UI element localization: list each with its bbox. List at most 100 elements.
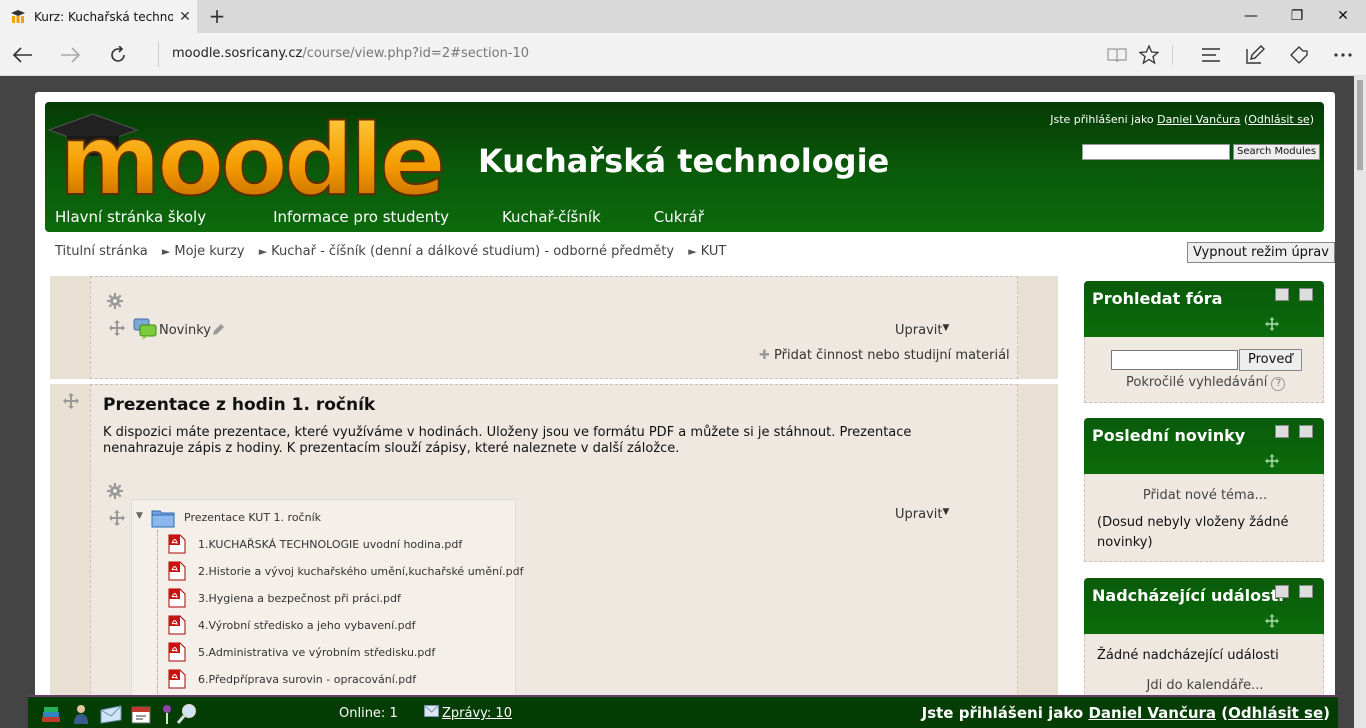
block-move-icon[interactable] xyxy=(1265,317,1279,331)
file-item[interactable]: 6.Předpříprava surovin - opracování.pdf xyxy=(167,667,416,691)
block-upcoming-events: Nadcházející události Žádné nadcházející… xyxy=(1084,578,1324,704)
close-tab-icon[interactable]: ✕ xyxy=(173,9,197,25)
dock-login-info: Jste přihlášeni jako Daniel Vančura (Odh… xyxy=(921,704,1330,722)
page-viewport: moodle Kuchařská technologie Jste přihlá… xyxy=(0,76,1366,728)
calendar-link[interactable]: Jdi do kalendáře... xyxy=(1085,678,1325,693)
block-move-icon[interactable] xyxy=(1265,454,1279,468)
edit-pencil-icon[interactable] xyxy=(212,323,225,336)
gear-icon[interactable] xyxy=(107,293,123,309)
breadcrumb-course[interactable]: KUT xyxy=(701,244,727,259)
browser-tabbar: Kurz: Kuchařská technol ✕ + — ❐ ✕ xyxy=(0,0,1366,33)
search-modules-button[interactable]: Search Modules xyxy=(1233,144,1321,160)
module-search-input[interactable] xyxy=(1082,144,1230,160)
breadcrumb-separator-icon: ► xyxy=(688,245,697,258)
collapse-block-icon[interactable] xyxy=(1275,425,1289,438)
dock-block-icon[interactable] xyxy=(1299,425,1313,438)
dock-logout-link[interactable]: Odhlásit se xyxy=(1228,704,1323,722)
file-item[interactable]: 4.Výrobní středisko a jeho vybavení.pdf xyxy=(167,613,415,637)
collapse-block-icon[interactable] xyxy=(1275,288,1289,301)
collapse-block-icon[interactable] xyxy=(1275,585,1289,598)
pdf-file-icon xyxy=(168,615,186,635)
new-tab-icon[interactable]: + xyxy=(205,5,229,29)
favorite-star-icon[interactable] xyxy=(1134,40,1164,70)
back-icon[interactable] xyxy=(8,40,38,70)
file-name: 4.Výrobní středisko a jeho vybavení.pdf xyxy=(198,618,416,632)
folder-name[interactable]: Prezentace KUT 1. ročník xyxy=(184,511,321,524)
nav-item-students[interactable]: Informace pro studenty xyxy=(273,208,449,226)
help-icon[interactable]: ? xyxy=(1271,377,1286,391)
block-title: Prohledat fóra xyxy=(1092,289,1223,308)
login-prefix: Jste přihlášeni jako xyxy=(1050,113,1158,126)
section-summary: K dispozici máte prezentace, které využí… xyxy=(103,425,912,456)
restore-icon[interactable]: ❐ xyxy=(1274,0,1320,33)
vertical-scrollbar[interactable] xyxy=(1354,76,1366,728)
collapse-triangle-icon[interactable]: ▼ xyxy=(136,511,143,521)
file-item[interactable]: 5.Administrativa ve výrobním středisku.p… xyxy=(167,640,435,664)
forum-search-input[interactable] xyxy=(1111,350,1238,370)
more-icon[interactable] xyxy=(1328,40,1358,70)
edit-menu-toggle[interactable]: Upravit▼ xyxy=(895,507,949,522)
messages-link[interactable]: Zprávy: 10 xyxy=(442,706,512,721)
gear-icon[interactable] xyxy=(107,483,123,499)
scrollbar-thumb[interactable] xyxy=(1357,80,1363,170)
minimize-icon[interactable]: — xyxy=(1228,0,1274,33)
section-move-icon[interactable] xyxy=(63,393,79,409)
forward-icon[interactable] xyxy=(55,40,85,70)
dock-user-name-link[interactable]: Daniel Vančura xyxy=(1088,704,1216,722)
block-search-forums: Prohledat fóra Proveď Pokročilé vyhledáv… xyxy=(1084,281,1324,403)
hub-icon[interactable] xyxy=(1196,40,1226,70)
move-icon[interactable] xyxy=(109,320,125,336)
calendar-icon[interactable] xyxy=(130,703,152,725)
web-note-icon[interactable] xyxy=(1240,40,1270,70)
url-field[interactable]: moodle.sosricany.cz/course/view.php?id=2… xyxy=(158,41,1088,67)
move-icon[interactable] xyxy=(109,510,125,526)
moodle-logo[interactable]: moodle xyxy=(45,102,455,200)
message-icon xyxy=(424,705,439,717)
advanced-search-link[interactable]: Pokročilé vyhledávání ? xyxy=(1126,375,1286,391)
refresh-icon[interactable] xyxy=(103,40,133,70)
turn-editing-off-button[interactable]: Vypnout režim úprav xyxy=(1187,242,1335,263)
block-title: Nadcházející události xyxy=(1092,586,1284,605)
add-activity-label: Přidat činnost nebo studijní materiál xyxy=(774,348,1010,363)
file-item[interactable]: 1.KUCHAŘSKÁ TECHNOLOGIE uvodní hodina.pd… xyxy=(167,532,462,556)
user-name-link[interactable]: Daniel Vančura xyxy=(1157,113,1240,126)
breadcrumb-my-courses[interactable]: Moje kurzy xyxy=(174,244,244,259)
breadcrumb: Titulní stránka ► Moje kurzy ► Kuchař - čí… xyxy=(55,244,726,259)
forum-link[interactable]: Novinky xyxy=(159,323,211,338)
add-activity-link[interactable]: ✚ Přidat činnost nebo studijní materiál xyxy=(759,348,1010,363)
pin-icon[interactable] xyxy=(156,703,178,725)
search-icon[interactable] xyxy=(176,703,198,725)
pdf-file-icon xyxy=(168,561,186,581)
file-item[interactable]: 2.Historie a vývoj kuchařského umění,kuc… xyxy=(167,559,524,583)
logout-link[interactable]: Odhlásit se xyxy=(1248,113,1310,126)
main-navigation: Hlavní stránka školy Informace pro stude… xyxy=(55,208,704,226)
browser-tab[interactable]: Kurz: Kuchařská technol ✕ xyxy=(0,0,197,33)
dock-block-icon[interactable] xyxy=(1299,288,1313,301)
nav-item-confectioner[interactable]: Cukrář xyxy=(654,208,704,226)
forum-search-button[interactable]: Proveď xyxy=(1239,349,1302,371)
edit-menu-toggle[interactable]: Upravit▼ xyxy=(895,323,949,338)
block-latest-news: Poslední novinky Přidat nové téma... (Do… xyxy=(1084,418,1324,562)
course-section-1: Prezentace z hodin 1. ročník K dispozici… xyxy=(50,384,1058,728)
mail-icon[interactable] xyxy=(100,703,122,725)
block-move-icon[interactable] xyxy=(1265,614,1279,628)
file-name: 2.Historie a vývoj kuchařského umění,kuc… xyxy=(198,564,524,578)
block-content: Žádné nadcházející události Jdi do kalen… xyxy=(1084,634,1324,704)
events-empty-text: Žádné nadcházející události xyxy=(1097,648,1279,663)
nav-item-school[interactable]: Hlavní stránka školy xyxy=(55,208,206,226)
reading-view-icon[interactable] xyxy=(1102,40,1132,70)
section-1-content: Prezentace z hodin 1. ročník K dispozici… xyxy=(90,384,1018,728)
share-icon[interactable] xyxy=(1284,40,1314,70)
close-window-icon[interactable]: ✕ xyxy=(1320,0,1366,33)
file-item[interactable]: 3.Hygiena a bezpečnost při práci.pdf xyxy=(167,586,401,610)
breadcrumb-home[interactable]: Titulní stránka xyxy=(55,244,148,259)
add-topic-link[interactable]: Přidat nové téma... xyxy=(1085,488,1325,503)
user-icon[interactable] xyxy=(70,703,92,725)
site-header: moodle Kuchařská technologie Jste přihlá… xyxy=(45,102,1324,232)
dock-block-icon[interactable] xyxy=(1299,585,1313,598)
books-icon[interactable] xyxy=(40,703,62,725)
block-title: Poslední novinky xyxy=(1092,426,1246,445)
plus-icon: ✚ xyxy=(759,348,770,363)
nav-item-cook-waiter[interactable]: Kuchař-číšník xyxy=(502,208,601,226)
breadcrumb-category[interactable]: Kuchař - číšník (denní a dálkové studium… xyxy=(271,244,674,259)
